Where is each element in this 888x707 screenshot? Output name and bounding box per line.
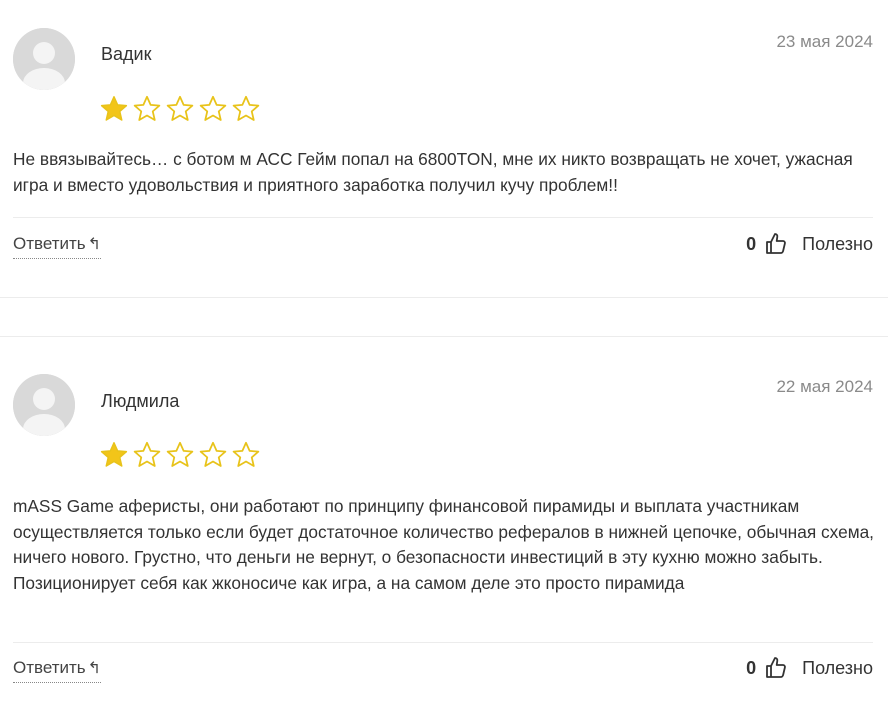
review-author: Вадик — [101, 44, 152, 64]
star-empty-icon — [166, 95, 194, 121]
star-empty-icon — [166, 441, 194, 467]
star-empty-icon — [133, 95, 161, 121]
reply-arrow-icon: ↰ — [87, 236, 102, 253]
helpful-label[interactable]: Полезно — [802, 234, 873, 255]
helpful-section: 0 Полезно — [746, 656, 873, 680]
helpful-count: 0 — [746, 233, 757, 254]
star-filled-icon — [100, 442, 128, 467]
user-placeholder-icon — [13, 374, 75, 436]
avatar — [13, 374, 75, 436]
star-empty-icon — [199, 95, 227, 121]
helpful-count: 0 — [746, 657, 757, 678]
reply-link[interactable]: Ответить ↰ — [13, 234, 102, 259]
rating-stars — [99, 440, 261, 470]
avatar — [13, 28, 75, 90]
review-date: 23 мая 2024 — [776, 32, 873, 51]
review-card: Людмила 22 мая 2024 mASS Game аферисты, … — [0, 337, 888, 707]
divider — [13, 217, 873, 218]
divider — [13, 642, 873, 643]
section-divider — [0, 297, 888, 298]
reply-label: Ответить — [13, 658, 86, 677]
review-text: mASS Game аферисты, они работают по прин… — [13, 496, 874, 594]
star-empty-icon — [232, 441, 260, 467]
review-date: 22 мая 2024 — [776, 377, 873, 396]
user-placeholder-icon — [13, 28, 75, 90]
thumbs-up-icon[interactable] — [764, 656, 788, 680]
reply-link[interactable]: Ответить ↰ — [13, 658, 102, 683]
thumbs-up-icon[interactable] — [764, 232, 788, 256]
star-filled-icon — [100, 96, 128, 121]
reply-arrow-icon: ↰ — [87, 660, 102, 677]
star-empty-icon — [199, 441, 227, 467]
rating-stars — [99, 94, 261, 124]
star-empty-icon — [232, 95, 260, 121]
review-author: Людмила — [101, 391, 180, 411]
helpful-label[interactable]: Полезно — [802, 658, 873, 679]
reply-label: Ответить — [13, 234, 86, 253]
review-text: Не ввязывайтесь… с ботом м АСС Гейм попа… — [13, 149, 853, 195]
star-empty-icon — [133, 441, 161, 467]
helpful-section: 0 Полезно — [746, 232, 873, 256]
review-card: Вадик 23 мая 2024 Не ввязывайтесь… с бот… — [0, 0, 888, 297]
